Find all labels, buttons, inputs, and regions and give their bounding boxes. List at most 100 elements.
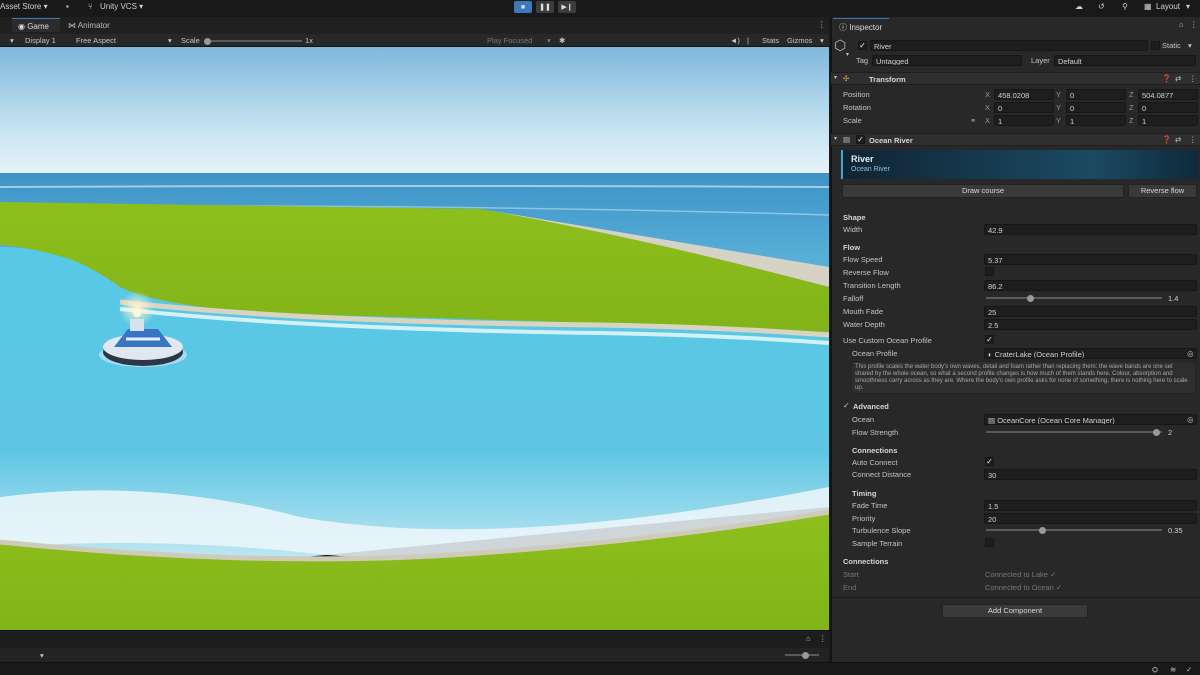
transition-length-field[interactable]: 86.2 <box>984 280 1197 291</box>
display-dropdown[interactable]: Display 1 <box>25 36 56 45</box>
width-field[interactable]: 42.9 <box>984 224 1197 235</box>
rotation-z-field[interactable]: 0 <box>1138 102 1198 113</box>
layout-menu[interactable]: Layout <box>1156 2 1180 11</box>
advanced-foldout[interactable]: Advanced <box>853 402 889 411</box>
connect-distance-field[interactable]: 30 <box>984 469 1197 480</box>
static-checkbox[interactable] <box>1151 41 1160 50</box>
chevron-down-icon[interactable]: ▾ <box>1186 2 1190 11</box>
scale-slider[interactable] <box>206 40 302 42</box>
sample-terrain-checkbox[interactable] <box>985 538 994 547</box>
script-icon: ▤ <box>843 135 851 144</box>
flow-speed-field[interactable]: 5.37 <box>984 254 1197 265</box>
more-options-icon[interactable]: ⋮ <box>1190 20 1198 29</box>
advanced-foldout-icon[interactable]: ✓ <box>843 401 850 410</box>
reverse-flow-button[interactable]: Reverse flow <box>1128 184 1197 198</box>
tab-inspector[interactable]: ⓘ Inspector <box>833 18 889 32</box>
rotation-x-field[interactable]: 0 <box>994 102 1054 113</box>
chevron-down-icon[interactable]: ▾ <box>834 135 837 142</box>
falloff-slider[interactable] <box>986 297 1162 299</box>
more-options-icon[interactable]: ⋮ <box>819 634 827 643</box>
audio-icon[interactable]: ◄) <box>730 36 740 45</box>
help-icon[interactable]: ❓ <box>1162 135 1171 144</box>
more-options-icon[interactable]: ⋮ <box>1189 74 1197 83</box>
turbulence-slope-slider[interactable] <box>986 529 1162 531</box>
more-options-icon[interactable]: ⋮ <box>1189 135 1197 144</box>
flow-strength-slider[interactable] <box>986 431 1162 433</box>
pause-button[interactable]: ❚❚ <box>536 1 554 13</box>
zoom-slider-knob[interactable] <box>802 651 809 659</box>
tag-dropdown[interactable]: Untagged <box>872 55 1022 66</box>
lock-icon[interactable]: ⌂ <box>806 634 811 643</box>
flow-speed-label: Flow Speed <box>843 255 883 264</box>
help-icon[interactable]: ❓ <box>1162 74 1171 83</box>
auto-connect-checkbox[interactable]: ✓ <box>985 457 994 466</box>
preset-icon[interactable]: ⇄ <box>1175 135 1181 144</box>
game-viewport[interactable] <box>0 47 829 630</box>
chevron-down-icon[interactable]: ▾ <box>846 51 849 58</box>
position-y-field[interactable]: 0 <box>1066 89 1126 100</box>
turbulence-slope-value[interactable]: 0.35 <box>1165 525 1197 536</box>
position-x-field[interactable]: 458.0208 <box>994 89 1054 100</box>
component-enabled-checkbox[interactable]: ✓ <box>856 135 865 144</box>
scale-x-field[interactable]: 1 <box>994 115 1054 126</box>
object-picker-icon[interactable]: ◎ <box>1187 349 1194 358</box>
turbulence-slope-slider-knob[interactable] <box>1038 526 1046 534</box>
debug-icon[interactable]: ⛭ <box>1152 665 1158 675</box>
link-icon[interactable]: ⚭ <box>970 116 976 125</box>
step-button[interactable]: ▶❙ <box>558 1 576 13</box>
divider <box>831 597 1200 598</box>
chevron-down-icon[interactable]: ▾ <box>834 74 837 81</box>
falloff-slider-knob[interactable] <box>1026 294 1034 302</box>
gizmos-button[interactable]: Gizmos <box>787 36 812 45</box>
object-picker-icon[interactable]: ◎ <box>1187 415 1194 424</box>
sample-terrain-label: Sample Terrain <box>852 539 903 548</box>
bug-icon[interactable]: ✱ <box>559 36 565 45</box>
vcs-menu[interactable]: Unity VCS ▾ <box>100 2 143 11</box>
draw-course-button[interactable]: Draw course <box>842 184 1124 198</box>
tag-label: Tag <box>856 56 869 65</box>
check-icon[interactable]: ✓ <box>1186 665 1192 674</box>
preset-icon[interactable]: ⇄ <box>1175 74 1181 83</box>
fade-time-field[interactable]: 1.5 <box>984 500 1197 511</box>
custom-profile-checkbox[interactable]: ✓ <box>985 335 994 344</box>
tab-game[interactable]: ◉ Game <box>12 18 60 32</box>
object-name-field[interactable]: River <box>870 40 1148 51</box>
chevron-down-icon[interactable]: ▾ <box>40 651 44 660</box>
play-focused-dropdown[interactable]: Play Focused <box>487 36 532 45</box>
progress-icon[interactable]: ≋ <box>1170 665 1176 674</box>
scale-z-field[interactable]: 1 <box>1138 115 1198 126</box>
chevron-down-icon[interactable]: ▾ <box>1188 41 1192 50</box>
position-z-field[interactable]: 504.0877 <box>1138 89 1198 100</box>
priority-field[interactable]: 20 <box>984 513 1197 524</box>
flow-strength-slider-knob[interactable] <box>1153 428 1161 436</box>
more-options-icon[interactable]: ⋮ <box>818 20 826 29</box>
aspect-dropdown[interactable]: Free Aspect <box>76 36 116 45</box>
lock-icon[interactable]: ⌂ <box>1179 20 1184 29</box>
active-checkbox[interactable]: ✓ <box>858 41 867 50</box>
rotation-y-field[interactable]: 0 <box>1066 102 1126 113</box>
save-icon[interactable]: ▪ <box>66 2 69 11</box>
mouth-fade-field[interactable]: 25 <box>984 306 1197 317</box>
stats-button[interactable]: Stats <box>762 36 779 45</box>
cloud-icon[interactable]: ☁ <box>1075 2 1083 11</box>
search-icon[interactable]: ⚲ <box>1122 2 1128 11</box>
chevron-down-icon[interactable]: ▾ <box>820 36 824 45</box>
reverse-flow-checkbox[interactable] <box>985 267 994 276</box>
ocean-field[interactable]: ▤ OceanCore (Ocean Core Manager) <box>984 414 1197 425</box>
water-depth-field[interactable]: 2.5 <box>984 319 1197 330</box>
falloff-value[interactable]: 1.4 <box>1165 293 1197 304</box>
scale-y-field[interactable]: 1 <box>1066 115 1126 126</box>
scale-slider-knob[interactable] <box>204 37 211 45</box>
layer-dropdown[interactable]: Default <box>1054 55 1196 66</box>
connections-header: Connections <box>852 446 898 455</box>
rotation-label: Rotation <box>843 103 871 112</box>
tab-animator[interactable]: ⋈ Animator <box>62 18 116 32</box>
asset-store-menu[interactable]: Asset Store ▾ <box>0 2 48 11</box>
history-icon[interactable]: ↺ <box>1098 2 1105 11</box>
play-button[interactable]: ■ <box>514 1 532 13</box>
chevron-down-icon[interactable]: ▾ <box>10 36 14 45</box>
chevron-down-icon: ▾ <box>547 36 551 45</box>
ocean-profile-field[interactable]: ◐ CraterLake (Ocean Profile) <box>984 348 1197 359</box>
add-component-button[interactable]: Add Component <box>942 604 1088 618</box>
flow-strength-value[interactable]: 2 <box>1165 427 1197 438</box>
